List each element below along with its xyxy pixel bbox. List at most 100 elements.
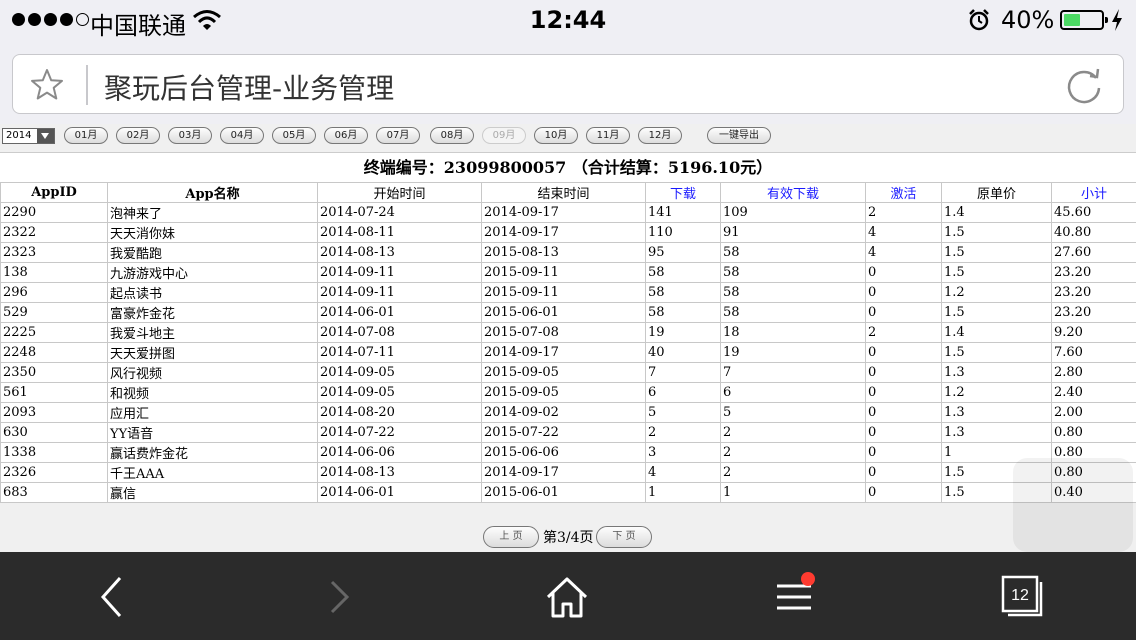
table-row: 529 富豪炸金花 2014-06-01 2015-06-01 58 58 0 1.5 23.2…	[0, 302, 1136, 323]
month-button[interactable]: 12月	[638, 127, 682, 144]
col-header-activations[interactable]: 激活	[865, 182, 942, 203]
cell-start-time: 2014-06-06	[317, 442, 482, 463]
col-header-downloads[interactable]: 下载	[645, 182, 721, 203]
address-bar[interactable]: 聚玩后台管理-业务管理	[12, 54, 1124, 114]
cell-valid-downloads: 58	[720, 282, 866, 303]
prev-page-button[interactable]: 上 页	[483, 526, 539, 548]
cell-unit-price: 1.5	[941, 302, 1052, 323]
cell-end-time: 2014-09-02	[481, 402, 646, 423]
cell-start-time: 2014-09-05	[317, 382, 482, 403]
month-button[interactable]: 11月	[586, 127, 630, 144]
table-row: 138 九游游戏中心 2014-09-11 2015-09-11 58 58 0 1.5 23.…	[0, 262, 1136, 283]
cell-activations: 0	[865, 302, 942, 323]
forward-button[interactable]	[316, 572, 366, 622]
cell-activations: 0	[865, 422, 942, 443]
cell-appid: 2322	[0, 222, 108, 243]
cell-app-name: 我爱斗地主	[107, 322, 318, 343]
month-button[interactable]: 01月	[64, 127, 108, 144]
cell-end-time: 2015-07-22	[481, 422, 646, 443]
report-caption: 终端编号：23099800057 （合计结算：5196.10元）	[0, 152, 1136, 183]
cell-subtotal: 27.60	[1051, 242, 1136, 263]
cell-app-name: YY语音	[107, 422, 318, 443]
cell-activations: 2	[865, 202, 942, 223]
cell-start-time: 2014-08-11	[317, 222, 482, 243]
cell-end-time: 2015-09-11	[481, 262, 646, 283]
alarm-icon	[969, 9, 989, 31]
cell-appid: 138	[0, 262, 108, 283]
col-header-unit-price: 原单价	[941, 182, 1052, 203]
col-header-subtotal[interactable]: 小计	[1051, 182, 1136, 203]
cell-subtotal: 2.80	[1051, 362, 1136, 383]
cell-downloads: 4	[645, 462, 721, 483]
cell-start-time: 2014-07-24	[317, 202, 482, 223]
cell-downloads: 7	[645, 362, 721, 383]
cell-valid-downloads: 18	[720, 322, 866, 343]
bookmark-star-icon[interactable]	[29, 67, 65, 103]
table-row: 2248 天天爱拼图 2014-07-11 2014-09-17 40 19 0 1.5 7.6…	[0, 342, 1136, 363]
table-row: 2290 泡神来了 2014-07-24 2014-09-17 141 109 2 1.4 45…	[0, 202, 1136, 223]
cell-downloads: 6	[645, 382, 721, 403]
cell-end-time: 2015-06-06	[481, 442, 646, 463]
month-button[interactable]: 05月	[272, 127, 316, 144]
col-header-valid-downloads[interactable]: 有效下载	[720, 182, 866, 203]
cell-activations: 0	[865, 342, 942, 363]
cell-downloads: 141	[645, 202, 721, 223]
tabs-button[interactable]: 12	[998, 572, 1048, 622]
back-button[interactable]	[88, 572, 138, 622]
home-icon	[546, 577, 588, 618]
reload-icon[interactable]	[1063, 64, 1105, 106]
month-button[interactable]: 07月	[376, 127, 420, 144]
month-button[interactable]: 10月	[534, 127, 578, 144]
cell-unit-price: 1.5	[941, 342, 1052, 363]
cell-downloads: 58	[645, 262, 721, 283]
table-row: 2350 风行视频 2014-09-05 2015-09-05 7 7 0 1.3 2.80	[0, 362, 1136, 383]
table-row: 2225 我爱斗地主 2014-07-08 2015-07-08 19 18 2 1.4 9.2…	[0, 322, 1136, 343]
cell-appid: 529	[0, 302, 108, 323]
month-button: 09月	[482, 127, 526, 144]
cell-downloads: 19	[645, 322, 721, 343]
cell-activations: 0	[865, 262, 942, 283]
chevron-right-icon	[330, 580, 350, 614]
table-row: 2093 应用汇 2014-08-20 2014-09-02 5 5 0 1.3 2.00	[0, 402, 1136, 423]
chevron-left-icon	[100, 576, 122, 618]
month-button[interactable]: 08月	[430, 127, 474, 144]
cell-subtotal: 40.80	[1051, 222, 1136, 243]
cell-subtotal: 23.20	[1051, 262, 1136, 283]
col-header-start-time: 开始时间	[317, 182, 482, 203]
chevron-down-icon	[37, 129, 54, 143]
browser-top-chrome: 中国联通 12:44 40% 聚玩后台管理-业务管理	[0, 0, 1136, 124]
cell-unit-price: 1.5	[941, 262, 1052, 283]
cell-start-time: 2014-08-13	[317, 462, 482, 483]
browser-toolbar: 12	[0, 552, 1136, 640]
year-select[interactable]: 2014	[2, 128, 55, 144]
menu-button[interactable]	[771, 572, 821, 622]
month-button[interactable]: 04月	[220, 127, 264, 144]
address-divider	[86, 65, 88, 105]
cell-downloads: 3	[645, 442, 721, 463]
cell-subtotal: 9.20	[1051, 322, 1136, 343]
cell-activations: 4	[865, 222, 942, 243]
battery-percent: 40%	[1001, 6, 1055, 34]
cell-app-name: 起点读书	[107, 282, 318, 303]
cell-downloads: 2	[645, 422, 721, 443]
export-button[interactable]: 一键导出	[707, 127, 771, 144]
table-row: 683 赢信 2014-06-01 2015-06-01 1 1 0 1.5 0.40	[0, 482, 1136, 503]
cell-start-time: 2014-06-01	[317, 482, 482, 503]
floating-handle[interactable]	[1013, 458, 1133, 552]
cell-valid-downloads: 2	[720, 442, 866, 463]
home-button[interactable]	[542, 572, 592, 622]
month-button[interactable]: 02月	[116, 127, 160, 144]
cell-downloads: 110	[645, 222, 721, 243]
next-page-button[interactable]: 下 页	[596, 526, 652, 548]
cell-end-time: 2014-09-17	[481, 342, 646, 363]
month-button[interactable]: 03月	[168, 127, 212, 144]
cell-end-time: 2015-08-13	[481, 242, 646, 263]
page-content: 2014 01月 02月 03月 04月 05月 06月 07月 08月 09月 10月 11月 12…	[0, 124, 1136, 552]
table-row: 296 起点读书 2014-09-11 2015-09-11 58 58 0 1.2 23.20	[0, 282, 1136, 303]
col-header-end-time: 结束时间	[481, 182, 646, 203]
cell-start-time: 2014-09-05	[317, 362, 482, 383]
month-button[interactable]: 06月	[324, 127, 368, 144]
page-title[interactable]: 聚玩后台管理-业务管理	[104, 67, 394, 107]
tabs-count: 12	[1011, 587, 1029, 604]
cell-valid-downloads: 109	[720, 202, 866, 223]
